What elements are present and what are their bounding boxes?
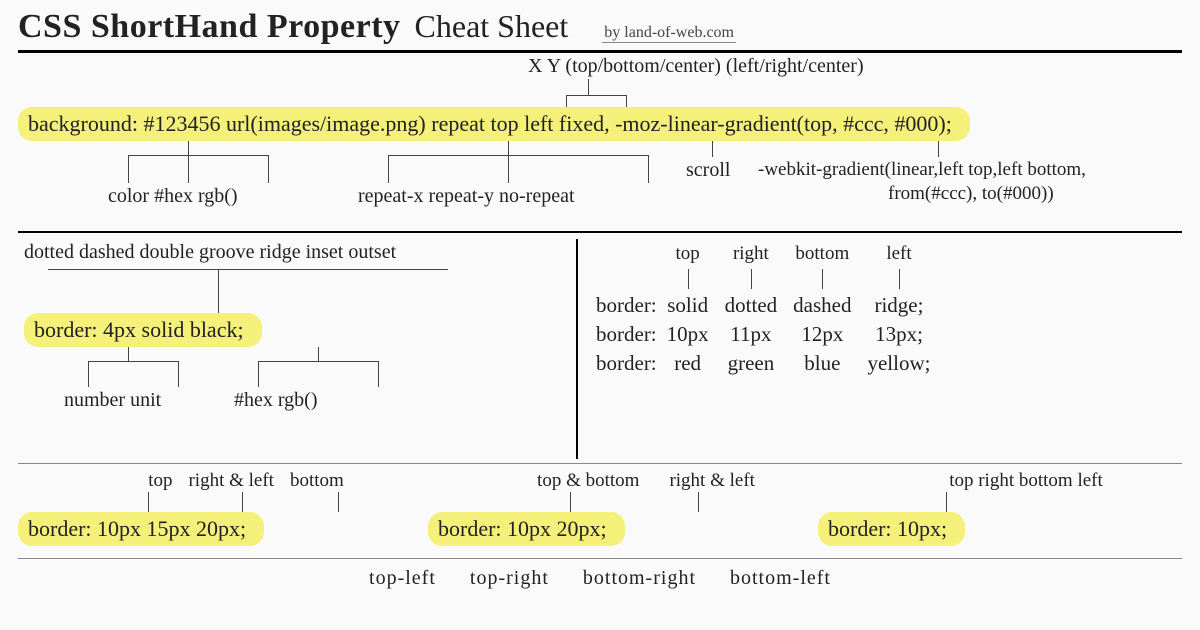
background-shorthand-code: background: #123456 url(images/image.png… — [18, 107, 970, 141]
connector — [188, 141, 189, 155]
connector — [128, 155, 129, 183]
background-webkit-line1: -webkit-gradient(linear,left top,left bo… — [758, 159, 1086, 181]
connector — [258, 361, 378, 362]
row-label: border: — [596, 291, 667, 320]
connector — [178, 361, 179, 387]
section-background: X Y (top/bottom/center) (left/right/cent… — [18, 55, 1182, 223]
border-radius-corner-labels: top-left top-right bottom-right bottom-l… — [18, 567, 1182, 590]
lbl-all: top right bottom left — [949, 470, 1103, 492]
section-border: dotted dashed double groove ridge inset … — [18, 239, 1182, 459]
col-top: top — [667, 241, 725, 267]
connector — [128, 347, 129, 361]
border-width-row: border: 10px 11px 12px 13px; — [596, 320, 946, 349]
corner-br: bottom-right — [583, 567, 696, 589]
connector — [388, 155, 389, 183]
row-label: border: — [596, 320, 667, 349]
border-width-alternatives: number unit — [64, 389, 161, 412]
connector — [378, 361, 379, 387]
row-label: border: — [596, 349, 667, 378]
background-color-alternatives: color #hex rgb() — [108, 185, 238, 208]
lbl-tb: top & bottom — [537, 470, 639, 492]
border-style-row: border: solid dotted dashed ridge; — [596, 291, 946, 320]
border-color-row: border: red green blue yellow; — [596, 349, 946, 378]
cell: solid — [667, 291, 725, 320]
border-color-alternatives: #hex rgb() — [234, 389, 318, 412]
border-1-value: top right bottom left border: 10px; — [818, 470, 1158, 546]
cell: green — [725, 349, 794, 378]
cell: dotted — [725, 291, 794, 320]
connector — [938, 141, 939, 157]
connector — [88, 361, 89, 387]
cell: yellow; — [867, 349, 946, 378]
connector — [588, 79, 589, 95]
byline: by land-of-web.com — [602, 24, 736, 43]
connector — [508, 141, 509, 155]
cell: dashed — [793, 291, 867, 320]
border-left-panel: dotted dashed double groove ridge inset … — [18, 239, 578, 459]
divider-top — [18, 50, 1182, 53]
lbl-bot: bottom — [290, 470, 344, 492]
lbl-rl: right & left — [669, 470, 754, 492]
corner-tr: top-right — [470, 567, 549, 589]
col-right: right — [725, 241, 794, 267]
connector — [388, 155, 648, 156]
position-hint: X Y (top/bottom/center) (left/right/cent… — [528, 55, 864, 78]
connector — [508, 155, 509, 183]
background-repeat-alternatives: repeat-x repeat-y no-repeat — [358, 185, 575, 208]
cell: 11px — [725, 320, 794, 349]
divider-mid-1 — [18, 231, 1182, 233]
background-webkit-line2: from(#ccc), to(#000)) — [888, 183, 1054, 205]
connector — [712, 141, 713, 157]
title-row: CSS ShortHand Property Cheat Sheet by la… — [18, 8, 1182, 46]
connector — [48, 269, 448, 270]
cell: ridge; — [867, 291, 946, 320]
corner-tl: top-left — [369, 567, 436, 589]
divider-thin-2 — [18, 558, 1182, 559]
corner-bl: bottom-left — [730, 567, 831, 589]
lbl-rl: right & left — [188, 470, 273, 492]
connector — [128, 155, 268, 156]
cell: 10px — [667, 320, 725, 349]
cell: red — [667, 349, 725, 378]
background-attachment-alt: scroll — [686, 159, 730, 182]
border-3-values: top right & left bottom border: 10px 15p… — [18, 470, 398, 546]
cell: 12px — [793, 320, 867, 349]
border-2-code: border: 10px 20px; — [428, 512, 625, 546]
border-2-values: top & bottom right & left border: 10px 2… — [428, 470, 788, 546]
lbl-top: top — [148, 470, 172, 492]
connector — [566, 95, 626, 96]
col-left: left — [867, 241, 946, 267]
border-shorthand-code: border: 4px solid black; — [24, 313, 262, 347]
connector — [218, 269, 219, 313]
divider-thin-1 — [18, 463, 1182, 464]
border-style-alternatives: dotted dashed double groove ridge inset … — [24, 241, 568, 264]
title-sub: Cheat Sheet — [415, 8, 569, 45]
col-bottom: bottom — [793, 241, 867, 267]
cell: 13px; — [867, 320, 946, 349]
title-main: CSS ShortHand Property — [18, 8, 401, 46]
connector — [88, 361, 178, 362]
connector — [258, 361, 259, 387]
cell: blue — [793, 349, 867, 378]
connector — [188, 155, 189, 183]
border-right-panel: top right bottom left border: solid dott… — [578, 239, 1182, 459]
border-3-code: border: 10px 15px 20px; — [18, 512, 264, 546]
section-border-value-counts: top right & left bottom border: 10px 15p… — [18, 470, 1182, 546]
connector — [648, 155, 649, 183]
border-sides-table: top right bottom left border: solid dott… — [596, 241, 946, 378]
border-1-code: border: 10px; — [818, 512, 965, 546]
connector — [318, 347, 319, 361]
connector — [268, 155, 269, 183]
